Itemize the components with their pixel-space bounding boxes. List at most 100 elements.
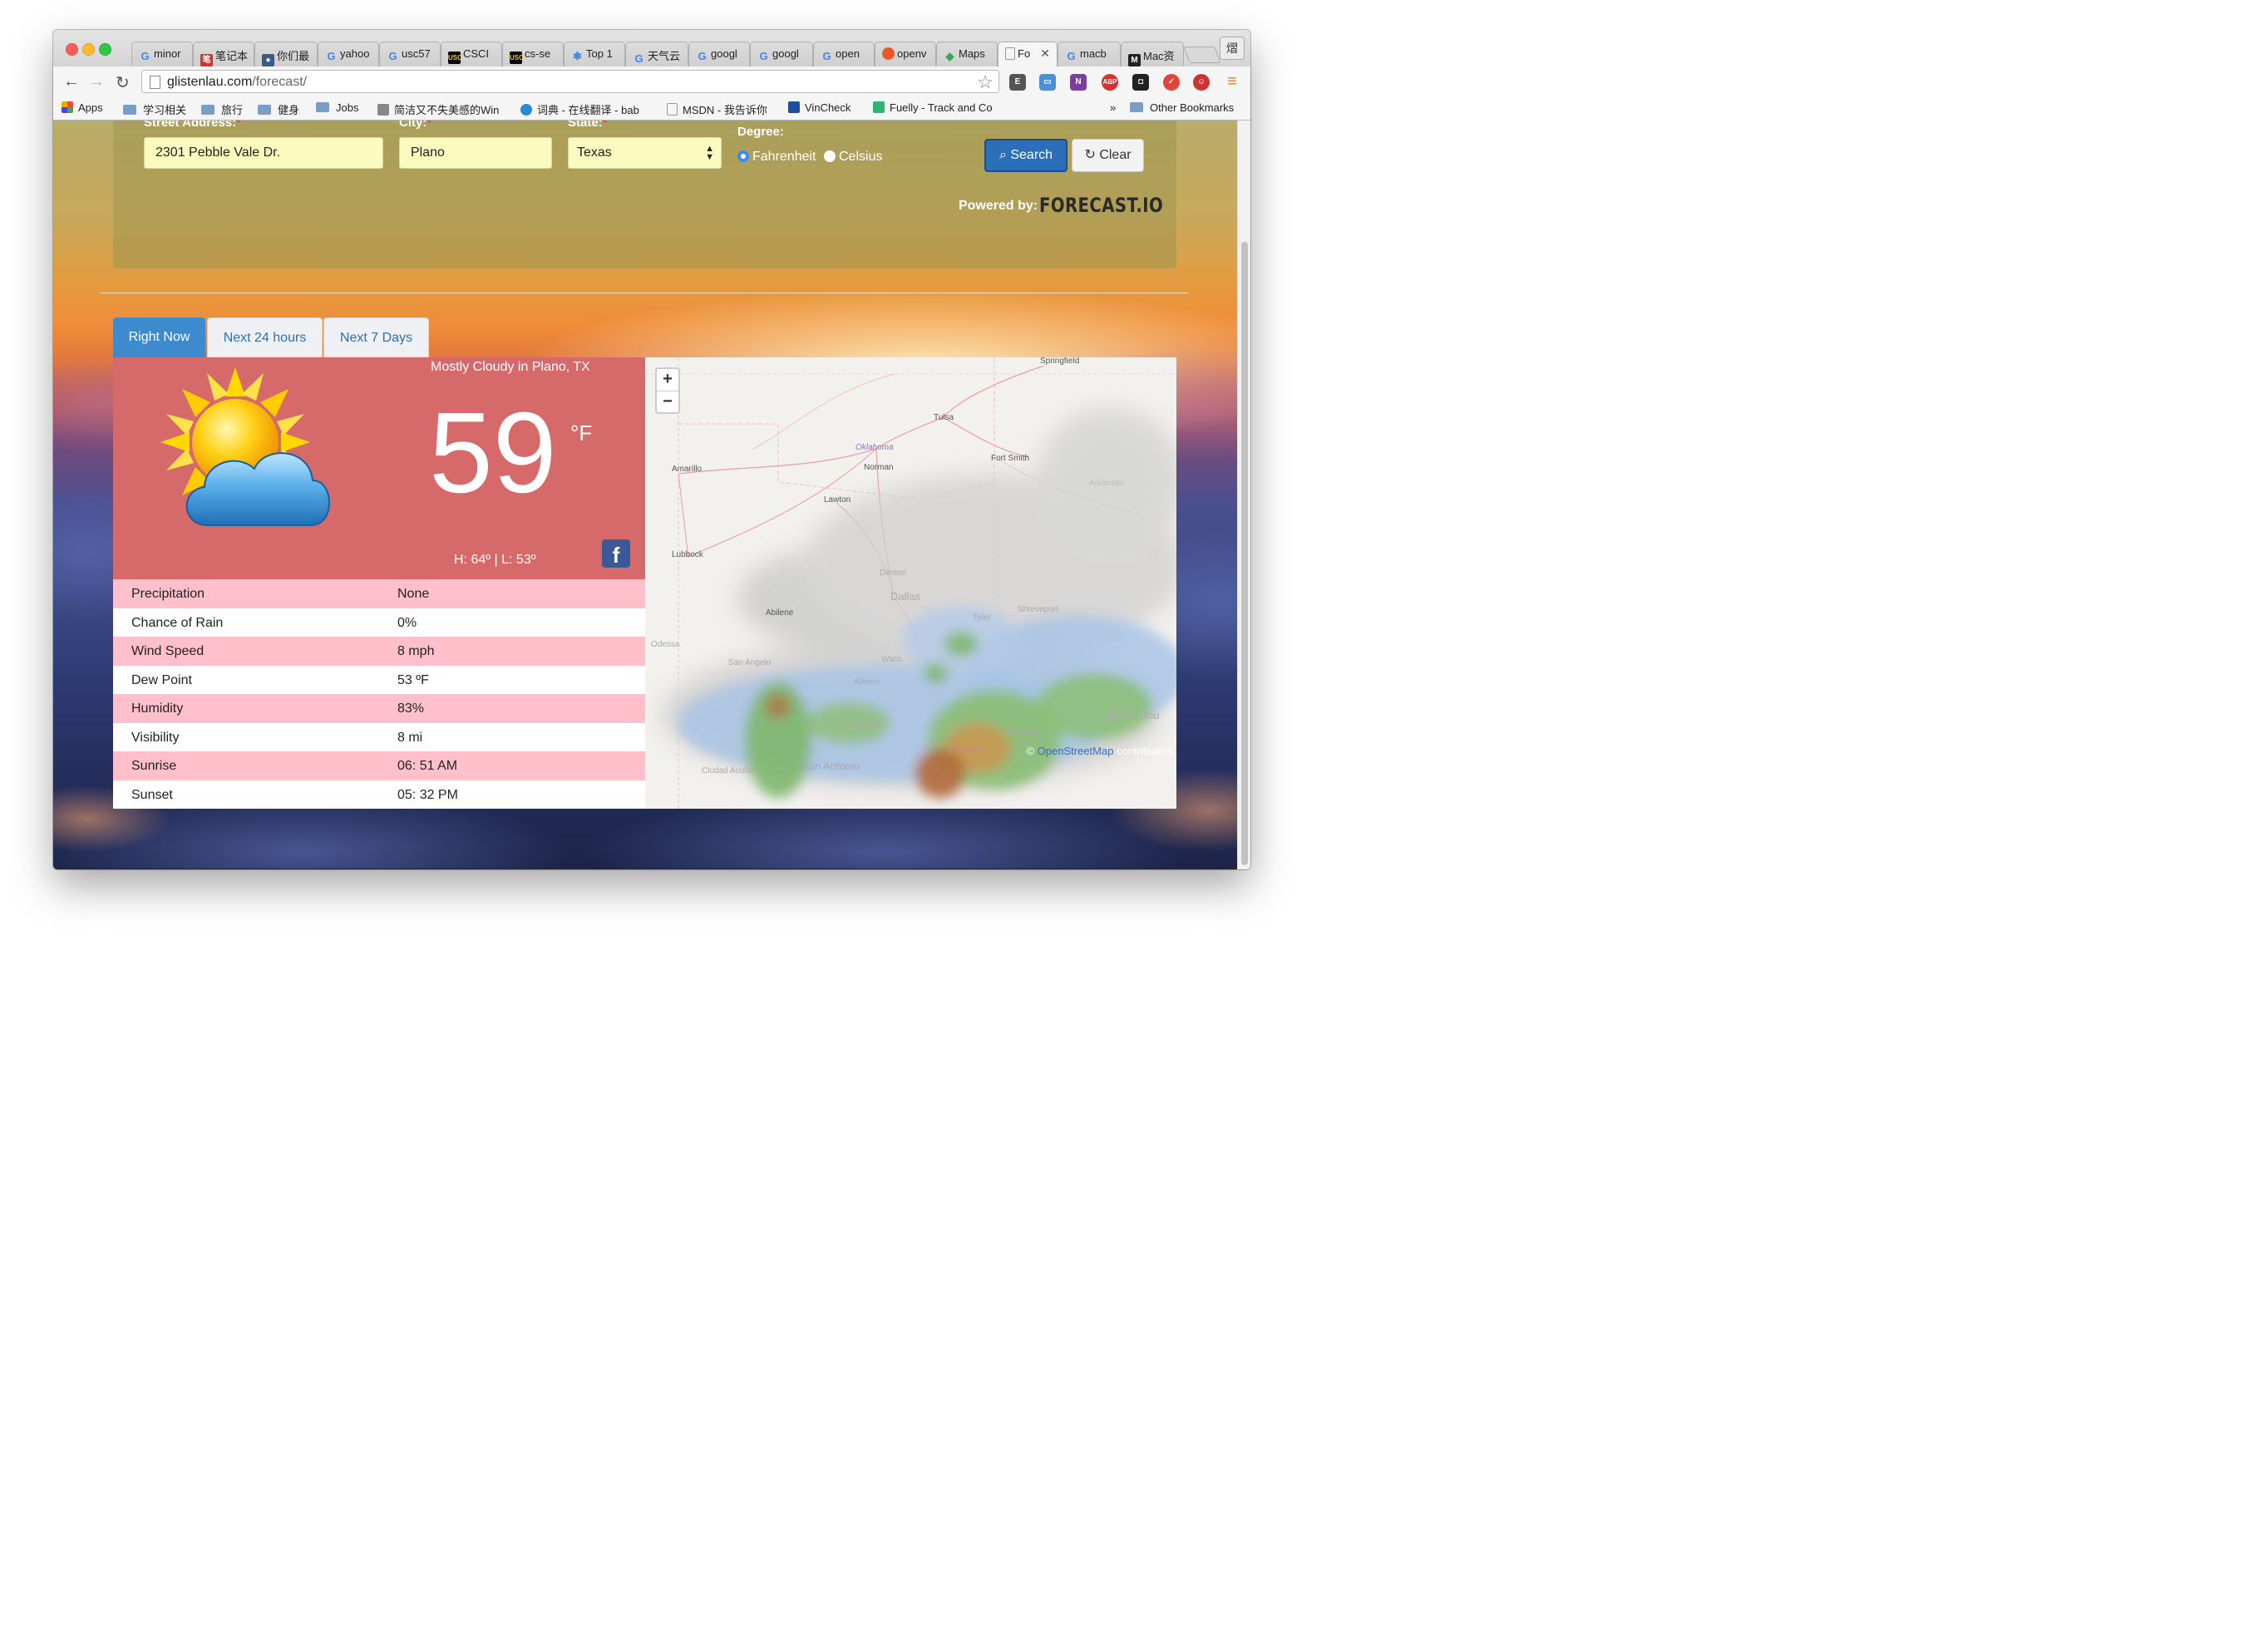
zoom-out-button[interactable]: −: [657, 391, 678, 413]
table-row: Visibility 8 mi: [113, 722, 645, 751]
attribution-suffix: contributors: [1117, 745, 1173, 757]
page-icon: [1005, 47, 1015, 60]
avatar-ext-icon[interactable]: ☺: [1193, 74, 1210, 91]
bookmark-link[interactable]: VinCheck: [788, 101, 850, 114]
tab-title: Maps: [959, 47, 985, 60]
browser-tab[interactable]: M Mac资: [1121, 42, 1184, 66]
map-city-label: San Antonio: [801, 760, 860, 772]
usc-icon: USC: [510, 52, 524, 64]
detail-value: 05: 32 PM: [397, 787, 458, 802]
tab-title: Fo: [1018, 47, 1031, 60]
browser-tab[interactable]: Gopen: [813, 42, 875, 66]
city-input[interactable]: Plano: [399, 137, 552, 169]
browser-tab[interactable]: 笔笔记本: [193, 42, 254, 66]
adblock-icon[interactable]: ABP: [1102, 74, 1118, 91]
degree-label: Degree:: [737, 125, 784, 139]
onenote-icon[interactable]: N: [1070, 74, 1087, 91]
bookmark-label: 旅行: [221, 104, 244, 116]
bookmark-label: 健身: [278, 104, 300, 116]
bookmark-link[interactable]: 词典 - 在线翻译 - bab: [520, 101, 639, 117]
browser-tab[interactable]: openv: [875, 42, 936, 66]
state-select[interactable]: Texas ▲ ▼: [568, 137, 722, 169]
map-city-label: Dallas: [890, 590, 921, 603]
mac-icon: M: [1128, 54, 1141, 66]
browser-tab[interactable]: G 天气云: [625, 42, 688, 66]
search-button[interactable]: ⌕ Search: [984, 139, 1067, 172]
weather-summary: Mostly Cloudy in Plano, TX: [431, 360, 590, 374]
browser-tab[interactable]: Gusc57: [379, 42, 441, 66]
forward-icon[interactable]: →: [88, 72, 105, 91]
map-city-label: Houston: [949, 743, 987, 755]
current-temperature: 59: [429, 389, 557, 517]
bookmark-folder[interactable]: 旅行: [201, 101, 243, 117]
bookmarks-overflow[interactable]: »: [1110, 101, 1116, 114]
tab-strip: Gminor 笔笔记本 ● 你们最 Gyahoo Gusc57 USCCSCI U…: [53, 30, 1250, 66]
close-tab-icon[interactable]: ✕: [1040, 47, 1050, 61]
zoom-window-button[interactable]: [99, 43, 111, 56]
glasses-icon[interactable]: ◘: [1132, 74, 1149, 91]
high-low-temps: H: 64º | L: 53º: [454, 553, 536, 567]
street-address-input[interactable]: 2301 Pebble Vale Dr.: [144, 137, 383, 169]
bookmark-label: Other Bookmarks: [1150, 101, 1235, 114]
bookmark-apps[interactable]: Apps: [62, 101, 103, 114]
google-icon: G: [327, 50, 336, 62]
tab-title: 你们最: [277, 50, 310, 62]
other-bookmarks[interactable]: Other Bookmarks: [1130, 101, 1234, 114]
screen-icon[interactable]: ▭: [1039, 74, 1056, 91]
browser-tab[interactable]: ● 你们最: [254, 42, 318, 66]
facebook-share-icon[interactable]: f: [602, 539, 630, 568]
bookmark-link[interactable]: Fuelly - Track and Co: [873, 101, 993, 114]
osm-link[interactable]: OpenStreetMap: [1038, 745, 1114, 757]
browser-tab[interactable]: ✱ Top 1: [564, 42, 625, 66]
clear-button[interactable]: ↻ Clear: [1072, 139, 1144, 172]
url-host: glistenlau.com: [167, 75, 253, 89]
google-icon: G: [1067, 50, 1076, 62]
map-city-label: Oklahoma: [855, 443, 894, 452]
tab-next-24-hours[interactable]: Next 24 hours: [207, 317, 323, 357]
tab-next-7-days[interactable]: Next 7 Days: [323, 317, 429, 357]
new-tab-button[interactable]: [1183, 47, 1221, 63]
temperature-unit: °F: [570, 421, 593, 445]
browser-tab[interactable]: Gmacb: [1058, 42, 1121, 66]
address-bar[interactable]: glistenlau.com/forecast/ ☆: [141, 70, 999, 93]
tab-title: CSCI: [463, 47, 490, 60]
copyright-symbol: ©: [1026, 745, 1035, 757]
todoist-icon[interactable]: ✓: [1163, 74, 1180, 91]
browser-tab[interactable]: Gminor: [131, 42, 193, 66]
close-window-button[interactable]: [66, 43, 78, 56]
bookmark-folder[interactable]: 健身: [258, 101, 299, 117]
browser-tab[interactable]: USCcs-se: [502, 42, 564, 66]
forecast-io-logo[interactable]: FORECAST.IO: [1039, 194, 1163, 217]
folder-icon: [316, 102, 329, 112]
scrollbar-thumb[interactable]: [1241, 242, 1248, 865]
zoom-in-button[interactable]: +: [657, 369, 678, 391]
tab-title: 笔记本: [215, 50, 249, 62]
reload-icon[interactable]: ↻: [116, 72, 130, 93]
folder-icon: [201, 105, 214, 115]
evernote-icon[interactable]: E: [1009, 74, 1026, 91]
tab-title: Top 1: [586, 47, 613, 60]
browser-tab-active[interactable]: Fo ✕: [998, 42, 1058, 66]
browser-tab[interactable]: Gyahoo: [318, 42, 379, 66]
browser-tab[interactable]: ◆ Maps: [936, 42, 998, 66]
bookmark-folder[interactable]: Jobs: [316, 101, 358, 114]
back-icon[interactable]: ←: [63, 72, 80, 91]
browser-tab[interactable]: Ggoogl: [750, 42, 813, 66]
bookmark-link[interactable]: 简洁又不失美感的Win: [377, 101, 499, 117]
browser-tab[interactable]: USCCSCI: [441, 42, 502, 66]
detail-label: Precipitation: [131, 587, 205, 601]
browser-tab[interactable]: Ggoogl: [688, 42, 750, 66]
bookmark-star-icon[interactable]: ☆: [977, 71, 993, 93]
fahrenheit-radio[interactable]: Fahrenheit: [737, 150, 816, 165]
bookmark-link[interactable]: MSDN - 我告诉你: [667, 101, 767, 117]
page-scrollbar[interactable]: [1237, 121, 1250, 869]
weather-map[interactable]: Springfield Tulsa Oklahoma Norman Fort S…: [645, 357, 1176, 809]
tab-right-now[interactable]: Right Now: [113, 317, 205, 357]
refresh-icon: ↻: [1084, 148, 1096, 162]
minimize-window-button[interactable]: [82, 43, 95, 56]
celsius-radio[interactable]: Celsius: [824, 150, 882, 165]
notebook-icon: 笔: [200, 54, 213, 66]
menu-icon[interactable]: ≡: [1224, 73, 1240, 91]
profile-button[interactable]: 熠: [1220, 37, 1245, 60]
bookmark-folder[interactable]: 学习相关: [123, 101, 186, 117]
